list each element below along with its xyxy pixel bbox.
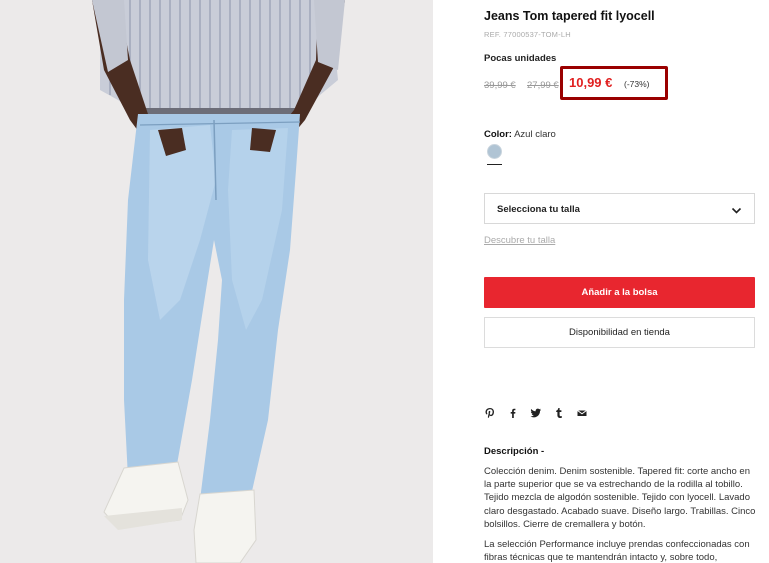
- pinterest-icon[interactable]: [484, 407, 496, 419]
- description-paragraph-2: La selección Performance incluye prendas…: [484, 539, 750, 563]
- size-select[interactable]: Selecciona tu talla: [484, 193, 755, 224]
- product-info-panel: Jeans Tom tapered fit lyocell REF. 77000…: [484, 0, 756, 563]
- description-paragraph-1: Colección denim. Denim sostenible. Taper…: [484, 466, 756, 530]
- original-price: 39,99 €: [484, 80, 516, 91]
- add-to-bag-button[interactable]: Añadir a la bolsa: [484, 277, 755, 308]
- twitter-icon[interactable]: [530, 407, 542, 419]
- product-photo-illustration: [0, 0, 433, 563]
- product-image[interactable]: [0, 0, 433, 563]
- tumblr-icon[interactable]: [553, 407, 565, 419]
- stock-note: Pocas unidades: [484, 53, 557, 64]
- chevron-down-icon: [731, 203, 742, 214]
- description-title: Descripción -: [484, 446, 545, 457]
- previous-price: 27,99 €: [527, 80, 559, 91]
- color-label-key: Color:: [484, 129, 512, 140]
- email-icon[interactable]: [576, 407, 588, 419]
- store-availability-button[interactable]: Disponibilidad en tienda: [484, 317, 755, 348]
- color-label: Color: Azul claro: [484, 129, 556, 140]
- size-guide-link[interactable]: Descubre tu talla: [484, 235, 555, 246]
- product-reference: REF. 77000537-TOM-LH: [484, 30, 571, 39]
- product-title: Jeans Tom tapered fit lyocell: [484, 9, 655, 23]
- share-icons: [484, 406, 588, 420]
- sale-price: 10,99 €: [569, 75, 613, 90]
- facebook-icon[interactable]: [507, 407, 519, 419]
- selected-swatch-indicator: [487, 164, 502, 165]
- color-swatch-azul-claro[interactable]: [487, 144, 502, 159]
- color-value: Azul claro: [514, 129, 556, 140]
- discount-badge: (-73%): [624, 79, 650, 89]
- size-select-label: Selecciona tu talla: [497, 204, 580, 215]
